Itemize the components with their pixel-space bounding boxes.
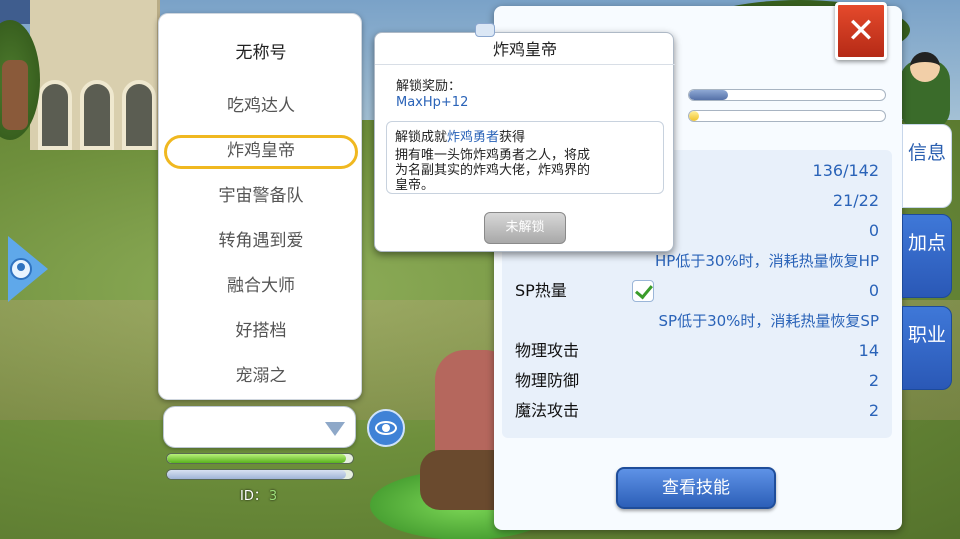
title-list-panel: 无称号 吃鸡达人 炸鸡皇帝 宇宙警备队 转角遇到爱 融合大师 好搭档 宠溺之 (158, 13, 362, 400)
sp-bar-fill (167, 470, 346, 479)
building (30, 0, 160, 150)
title-dropdown[interactable] (163, 406, 356, 448)
building-arch (80, 80, 114, 150)
progress-bar-a-fill (689, 90, 729, 100)
close-icon: ✕ (846, 11, 876, 51)
title-item-selected[interactable]: 炸鸡皇帝 (159, 129, 363, 174)
title-item[interactable]: 好搭档 (159, 309, 363, 354)
title-item-label: 好搭档 (235, 321, 287, 341)
locked-status-button[interactable]: 未解锁 (484, 212, 566, 244)
stat-note-row: SP低于30%时，消耗热量恢复SP (512, 306, 882, 336)
title-item-label: 宠溺之 (235, 366, 287, 386)
condition-prefix: 解锁成就 (395, 130, 448, 145)
stat-value: 0 (868, 221, 879, 240)
title-item-label: 宇宙警备队 (218, 186, 304, 206)
title-item[interactable]: 吃鸡达人 (159, 84, 363, 129)
title-item[interactable]: 宇宙警备队 (159, 174, 363, 219)
unlock-condition: 解锁成就炸鸡勇者获得 (395, 126, 525, 145)
title-item[interactable]: 转角遇到爱 (159, 219, 363, 264)
title-item-label: 转角遇到爱 (218, 231, 304, 251)
player-id-label: ID： (240, 489, 267, 504)
player-id-value: 3 (268, 489, 278, 504)
eye-pupil (382, 424, 390, 432)
player-id: ID： 3 (240, 485, 277, 504)
sp-bar (166, 469, 354, 480)
npc-character[interactable] (2, 60, 28, 130)
progress-bar-a (688, 89, 886, 101)
reward-value: MaxHp+12 (396, 95, 469, 110)
stat-row: 魔法攻击 2 (512, 396, 882, 426)
sp-heat-note: SP低于30%时，消耗热量恢复SP (658, 312, 879, 330)
left-expand-tab[interactable] (0, 236, 48, 302)
stat-value: 136/142 (812, 161, 879, 180)
stat-row: 物理攻击 14 (512, 336, 882, 366)
stat-label: 魔法攻击 (515, 401, 580, 420)
hp-heat-note: HP低于30%时，消耗热量恢复HP (655, 252, 879, 270)
stat-value: 14 (858, 341, 879, 360)
hp-bar (166, 453, 354, 464)
reward-label: 解锁奖励： (396, 79, 462, 94)
view-skills-button[interactable]: 查看技能 (616, 467, 776, 509)
stat-value: 0 (868, 281, 879, 300)
condition-achievement: 炸鸡勇者 (447, 130, 500, 145)
condition-suffix: 获得 (499, 130, 526, 145)
stat-value: 21/22 (832, 191, 879, 210)
stat-label: 物理防御 (515, 371, 580, 390)
stat-row: 物理防御 2 (512, 366, 882, 396)
title-panel-heading: 无称号 (235, 43, 287, 63)
chevron-down-icon (325, 422, 345, 436)
title-item[interactable]: 融合大师 (159, 264, 363, 309)
title-item-label: 吃鸡达人 (227, 96, 295, 116)
side-character[interactable] (900, 52, 950, 130)
stat-row-sp-heat: SP热量 0 (512, 276, 882, 306)
title-list: 吃鸡达人 炸鸡皇帝 宇宙警备队 转角遇到爱 融合大师 好搭档 宠溺之 (159, 84, 363, 399)
stat-value: 2 (868, 401, 879, 420)
building-arch (122, 80, 156, 150)
stat-value: 2 (868, 371, 879, 390)
close-button[interactable]: ✕ (835, 2, 887, 60)
tooltip-title: 炸鸡皇帝 (375, 33, 675, 65)
building-arch (38, 80, 72, 150)
title-detail-tooltip: 炸鸡皇帝 解锁奖励： MaxHp+12 解锁成就炸鸡勇者获得 拥有唯一头饰炸鸡勇… (374, 23, 675, 252)
hp-bar-fill (167, 454, 346, 463)
eye-toggle-button[interactable] (367, 409, 405, 447)
tab-job[interactable]: 职业 (902, 306, 952, 390)
stat-label: SP热量 (515, 281, 567, 300)
description-box: 解锁成就炸鸡勇者获得 拥有唯一头饰炸鸡勇者之人，将成为名副其实的炸鸡大佬，炸鸡界… (386, 121, 664, 194)
sp-heat-checkbox[interactable] (632, 280, 654, 302)
progress-bar-b-fill (689, 111, 699, 121)
tab-add-points[interactable]: 加点 (902, 214, 952, 298)
selection-highlight (164, 135, 358, 169)
title-item[interactable]: 宠溺之 (159, 354, 363, 399)
title-item-label: 融合大师 (227, 276, 295, 296)
progress-bar-b (688, 110, 886, 122)
title-description: 拥有唯一头饰炸鸡勇者之人，将成为名副其实的炸鸡大佬，炸鸡界的皇帝。 (395, 148, 591, 193)
stat-label: 物理攻击 (515, 341, 580, 360)
avatar-icon (10, 258, 32, 280)
tab-info[interactable]: 信息 (902, 124, 952, 208)
